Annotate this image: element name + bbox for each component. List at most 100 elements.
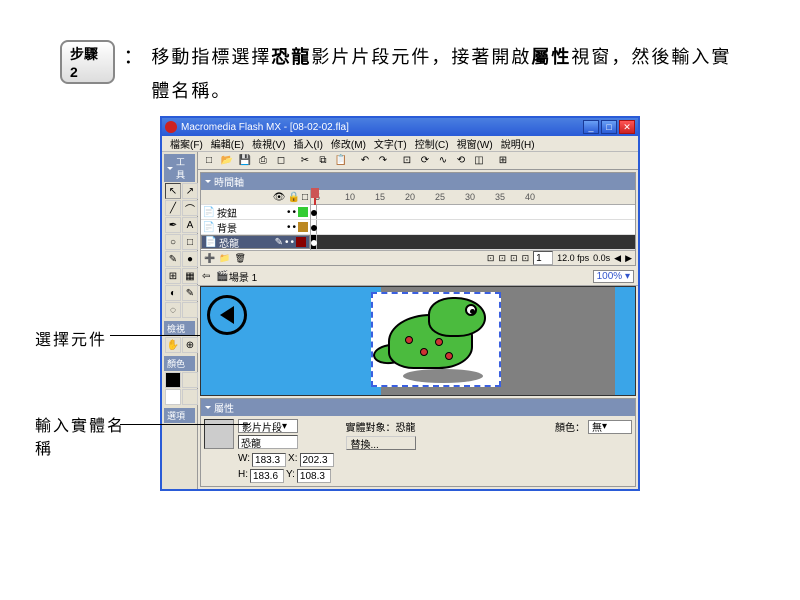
- annotation-select: 選擇元件: [35, 326, 107, 350]
- save-icon[interactable]: 💾: [237, 153, 253, 169]
- add-layer-icon[interactable]: ➕: [204, 253, 215, 264]
- menu-text[interactable]: 文字(T): [370, 136, 411, 151]
- color-effect-select[interactable]: 無 ▾: [588, 420, 632, 434]
- swap-button[interactable]: 替換...: [346, 436, 416, 450]
- layer-icon: 📄: [203, 221, 215, 233]
- h-label: H:: [238, 469, 248, 483]
- zoom-tool-icon[interactable]: ⊕: [182, 337, 198, 353]
- layer-row[interactable]: 📄 背景 ••: [201, 220, 310, 235]
- stroke-color-icon[interactable]: [165, 372, 181, 388]
- arrow-left-icon: [220, 306, 234, 324]
- layer-icon: 📄: [205, 236, 217, 248]
- layer-name: 恐龍: [219, 235, 239, 250]
- preview-icon[interactable]: ◻: [273, 153, 289, 169]
- copy-icon[interactable]: ⧉: [315, 153, 331, 169]
- instruction-text: 移動指標選擇恐龍影片片段元件，接著開啟屬性視窗，然後輸入實體名稱。: [151, 40, 740, 108]
- timeline-controls: ➕ 📁 🗑 ⊡ ⊡ ⊡ ⊡ 1 12.0 fps 0.0s ◀▶: [201, 250, 635, 265]
- onion2-icon[interactable]: ⊡: [498, 253, 506, 264]
- brush-tool-icon[interactable]: ●: [182, 251, 198, 267]
- timeline-tracks[interactable]: 510152025303540: [311, 190, 635, 250]
- width-input[interactable]: 183.3: [252, 453, 286, 467]
- arrow-tool-icon[interactable]: ↖: [165, 183, 181, 199]
- menu-window[interactable]: 視窗(W): [453, 136, 497, 151]
- annotation-line: [120, 424, 250, 425]
- pen-tool-icon[interactable]: ✒: [165, 217, 181, 233]
- close-button[interactable]: ✕: [619, 120, 635, 134]
- line-tool-icon[interactable]: ╱: [165, 200, 181, 216]
- menu-control[interactable]: 控制(C): [411, 136, 453, 151]
- layer-row-selected[interactable]: 📄 恐龍 ✎••: [201, 235, 310, 249]
- tools-header[interactable]: 工具: [164, 154, 195, 182]
- cut-icon[interactable]: ✂: [297, 153, 313, 169]
- subselect-tool-icon[interactable]: ↗: [182, 183, 198, 199]
- print-icon[interactable]: ⎙: [255, 153, 271, 169]
- step-badge: 步驟 2: [60, 40, 115, 84]
- timeline-header[interactable]: 時間軸: [201, 173, 635, 190]
- ink-tool-icon[interactable]: ◐: [165, 285, 181, 301]
- snap-icon[interactable]: ⊡: [399, 153, 415, 169]
- symbol-type-select[interactable]: 影片片段 ▾: [238, 419, 298, 433]
- properties-header[interactable]: 屬性: [201, 399, 635, 416]
- menu-insert[interactable]: 插入(I): [289, 136, 326, 151]
- x-input[interactable]: 202.3: [300, 453, 334, 467]
- options-header: 選項: [164, 408, 195, 423]
- menu-file[interactable]: 檔案(F): [166, 136, 207, 151]
- blank-tool: [182, 302, 198, 318]
- onion4-icon[interactable]: ⊡: [522, 253, 530, 264]
- menu-help[interactable]: 說明(H): [497, 136, 539, 151]
- menu-view[interactable]: 檢視(V): [248, 136, 289, 151]
- onion-icon[interactable]: ⊡: [487, 253, 495, 264]
- hand-tool-icon[interactable]: ✋: [165, 337, 181, 353]
- instance-name-input[interactable]: 恐龍: [238, 435, 298, 449]
- stroke-swap-icon[interactable]: [182, 372, 198, 388]
- rect-tool-icon[interactable]: □: [182, 234, 198, 250]
- align-icon[interactable]: ⊞: [495, 153, 511, 169]
- layers-list: 👁🔒□ 📄 按鈕 •• 📄 背景 ••: [201, 190, 311, 250]
- dinosaur-movieclip[interactable]: [371, 292, 501, 387]
- fill-color-icon[interactable]: [165, 389, 181, 405]
- scene-name[interactable]: 場景 1: [229, 269, 257, 284]
- dino-shadow: [403, 369, 483, 383]
- layer-row[interactable]: 📄 按鈕 ••: [201, 205, 310, 220]
- zoom-select[interactable]: 100% ▾: [593, 270, 634, 283]
- track-row[interactable]: [311, 220, 635, 235]
- maximize-button[interactable]: □: [601, 120, 617, 134]
- straight-icon[interactable]: ∿: [435, 153, 451, 169]
- lasso-tool-icon[interactable]: ⌒: [182, 200, 198, 216]
- paste-icon[interactable]: 📋: [333, 153, 349, 169]
- frame-ruler[interactable]: 510152025303540: [311, 190, 635, 205]
- scale-icon[interactable]: ◫: [471, 153, 487, 169]
- undo-icon[interactable]: ↶: [357, 153, 373, 169]
- redo-icon[interactable]: ↷: [375, 153, 391, 169]
- transform-tool-icon[interactable]: ⊞: [165, 268, 181, 284]
- new-icon[interactable]: □: [201, 153, 217, 169]
- track-row[interactable]: [311, 205, 635, 220]
- back-icon[interactable]: ⇦: [202, 271, 210, 282]
- timeline-panel: 時間軸 👁🔒□ 📄 按鈕 ••: [200, 172, 636, 266]
- y-input[interactable]: 108.3: [297, 469, 331, 483]
- w-label: W:: [238, 453, 250, 467]
- open-icon[interactable]: 📂: [219, 153, 235, 169]
- stage-canvas[interactable]: [200, 286, 636, 396]
- menu-edit[interactable]: 編輯(E): [207, 136, 248, 151]
- fill-tool-icon[interactable]: ▦: [182, 268, 198, 284]
- annotation-name: 輸入實體名稱: [35, 416, 125, 461]
- smooth-icon[interactable]: ⟳: [417, 153, 433, 169]
- eraser-tool-icon[interactable]: ◌: [165, 302, 181, 318]
- delete-layer-icon[interactable]: 🗑: [234, 253, 245, 264]
- add-folder-icon[interactable]: 📁: [219, 253, 230, 264]
- onion3-icon[interactable]: ⊡: [510, 253, 518, 264]
- text-tool-icon[interactable]: A: [182, 217, 198, 233]
- minimize-button[interactable]: _: [583, 120, 599, 134]
- height-input[interactable]: 183.6: [250, 469, 284, 483]
- eyedrop-tool-icon[interactable]: ✎: [182, 285, 198, 301]
- track-row-selected[interactable]: [311, 235, 635, 250]
- fill-swap-icon[interactable]: [182, 389, 198, 405]
- menu-modify[interactable]: 修改(M): [327, 136, 370, 151]
- pencil-tool-icon[interactable]: ✎: [165, 251, 181, 267]
- titlebar[interactable]: Macromedia Flash MX - [08-02-02.fla] _ □…: [162, 118, 638, 136]
- colon: ：: [123, 40, 143, 69]
- rotate-icon[interactable]: ⟲: [453, 153, 469, 169]
- menu-bar: 檔案(F) 編輯(E) 檢視(V) 插入(I) 修改(M) 文字(T) 控制(C…: [162, 136, 638, 152]
- oval-tool-icon[interactable]: ○: [165, 234, 181, 250]
